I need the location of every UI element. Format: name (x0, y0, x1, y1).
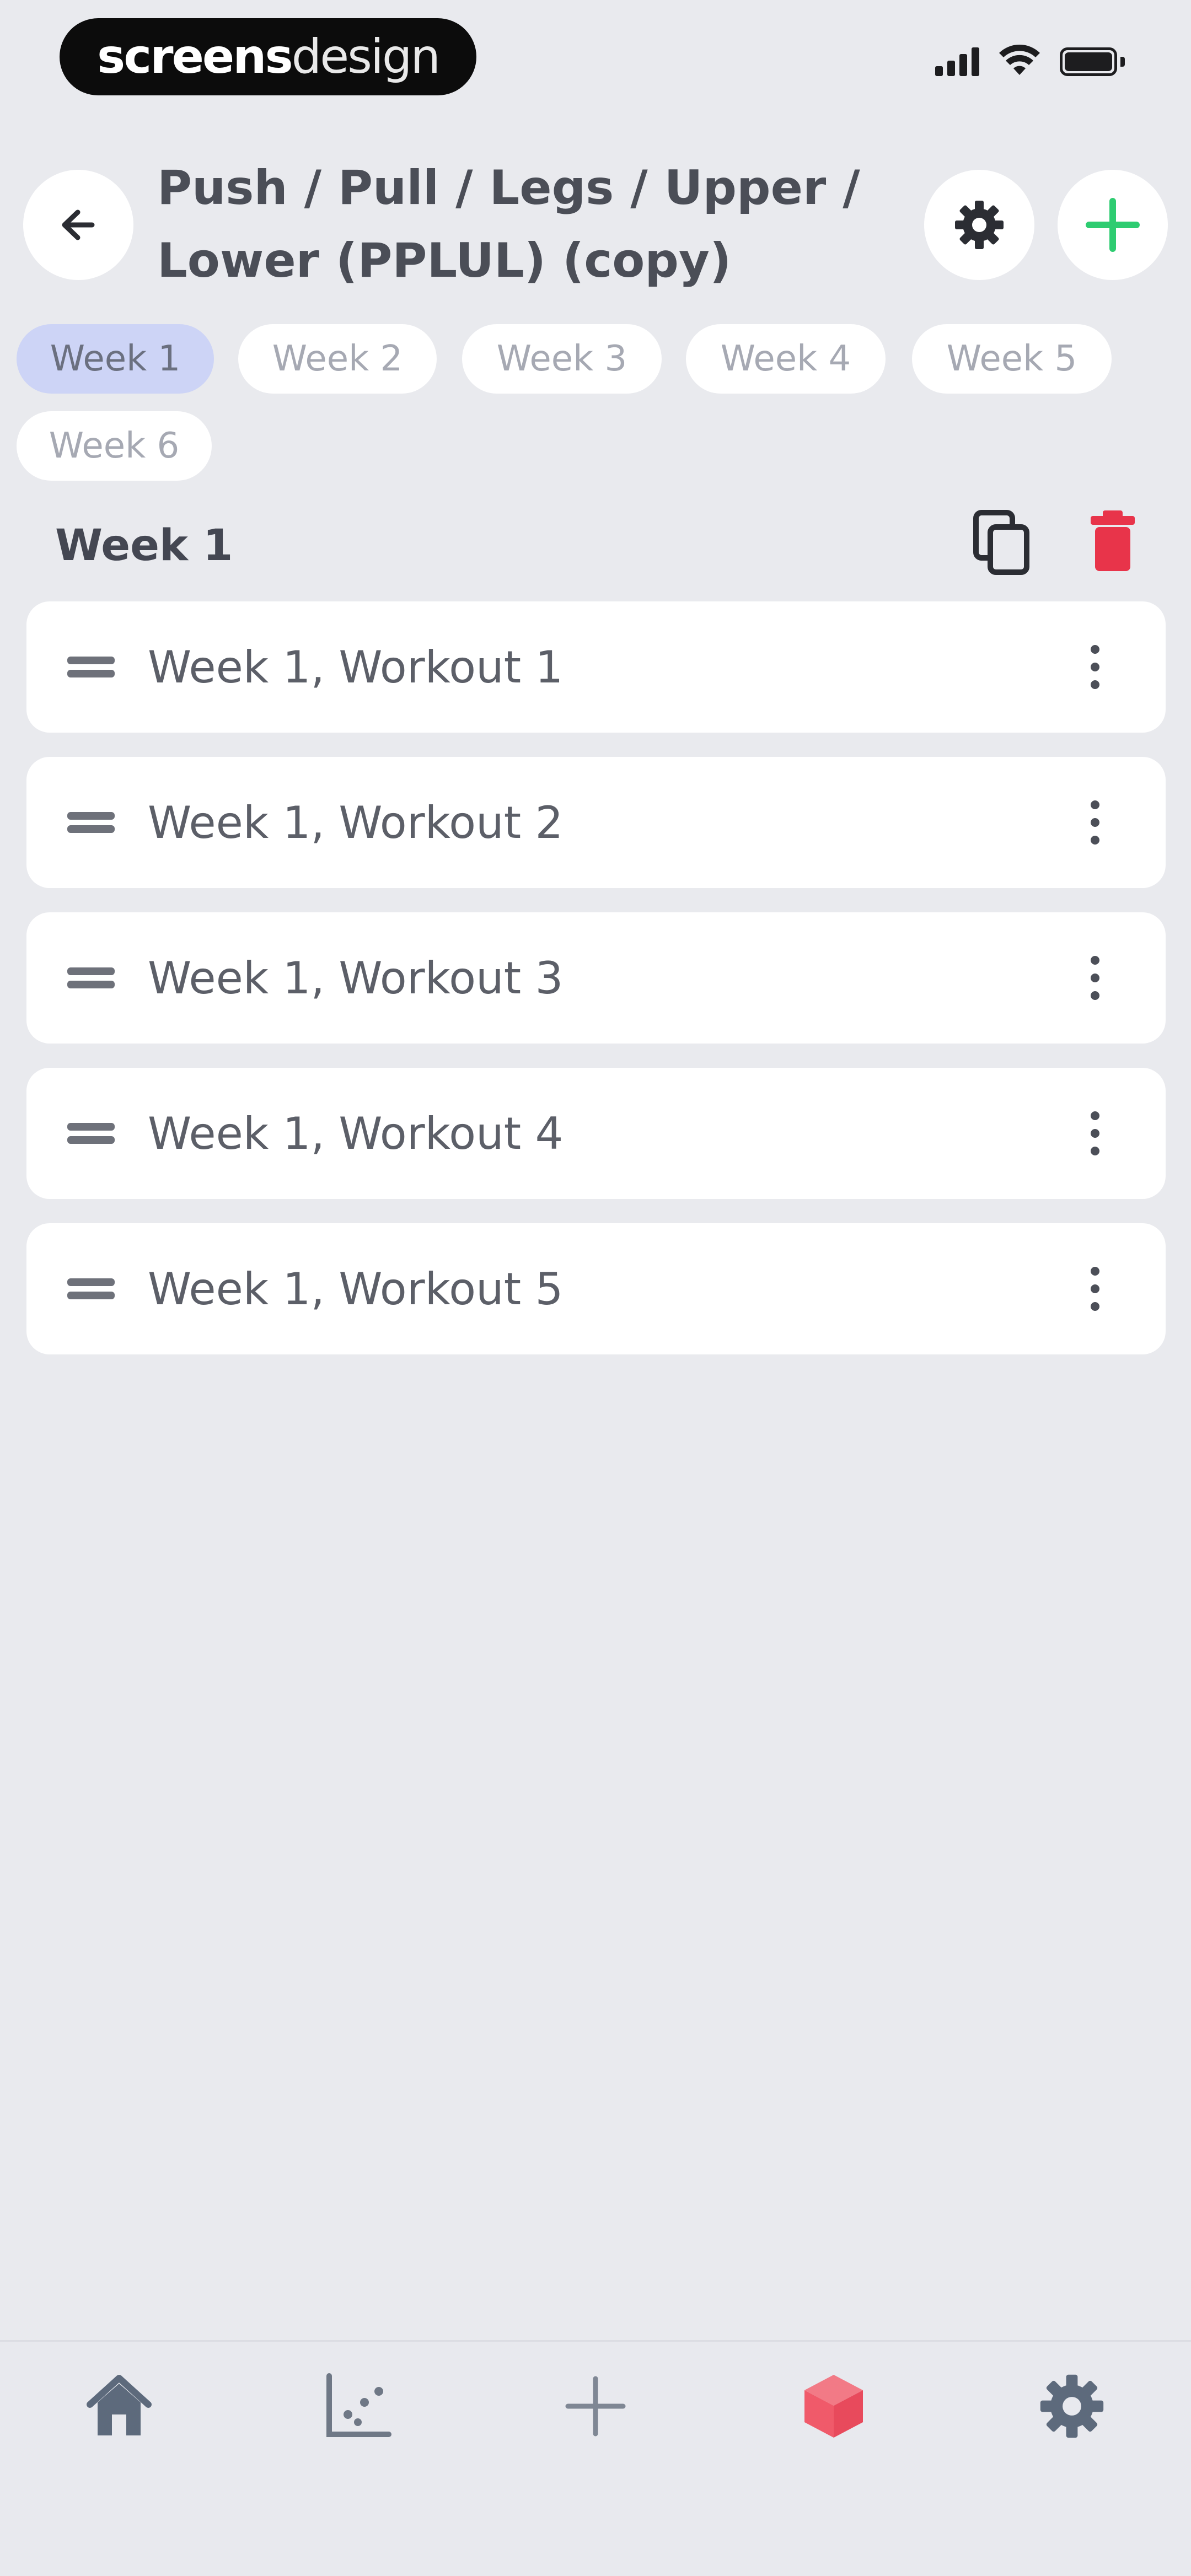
nav-home[interactable] (64, 2351, 174, 2461)
tab-label: Week 5 (946, 338, 1077, 379)
tab-label: Week 3 (496, 338, 627, 379)
drag-handle-icon[interactable] (67, 657, 115, 677)
workout-label: Week 1, Workout 4 (148, 1107, 564, 1159)
battery-icon (1060, 47, 1125, 76)
drag-handle-icon[interactable] (67, 1123, 115, 1144)
tab-week-5[interactable]: Week 5 (912, 324, 1112, 394)
tab-label: Week 2 (272, 338, 403, 379)
brand-logo: screens design (60, 18, 476, 95)
tab-label: Week 6 (49, 426, 180, 466)
workout-label: Week 1, Workout 1 (148, 641, 564, 693)
tab-week-2[interactable]: Week 2 (238, 324, 437, 394)
more-vertical-icon[interactable] (1073, 634, 1117, 700)
week-heading: Week 1 (55, 521, 233, 571)
workout-label: Week 1, Workout 5 (148, 1263, 564, 1315)
drag-handle-icon[interactable] (67, 812, 115, 833)
plus-icon (565, 2376, 626, 2437)
copy-icon[interactable] (966, 507, 1038, 579)
workout-row[interactable]: Week 1, Workout 5 (26, 1223, 1166, 1354)
tab-week-3[interactable]: Week 3 (462, 324, 662, 394)
tab-week-6[interactable]: Week 6 (17, 411, 212, 481)
nav-add[interactable] (540, 2351, 651, 2461)
back-button[interactable] (23, 170, 133, 280)
tab-label: Week 1 (50, 338, 181, 379)
chart-icon (326, 2373, 391, 2437)
more-vertical-icon[interactable] (1073, 945, 1117, 1011)
tab-week-1[interactable]: Week 1 (17, 324, 214, 394)
gear-icon (955, 201, 1004, 249)
wifi-icon (999, 44, 1040, 75)
workout-row[interactable]: Week 1, Workout 1 (26, 601, 1166, 733)
arrow-left-icon (62, 209, 95, 240)
drag-handle-icon[interactable] (67, 1278, 115, 1299)
more-vertical-icon[interactable] (1073, 1256, 1117, 1322)
brand-logo-bold: screens (97, 29, 293, 84)
gear-icon (1040, 2374, 1104, 2438)
more-vertical-icon[interactable] (1073, 1100, 1117, 1166)
add-week-button[interactable] (1058, 170, 1168, 280)
cellular-signal-icon (935, 43, 979, 76)
page-title: Push / Pull / Legs / Upper / Lower (PPLU… (157, 160, 860, 288)
tab-label: Week 4 (720, 338, 851, 379)
workout-row[interactable]: Week 1, Workout 4 (26, 1068, 1166, 1199)
nav-programs[interactable] (779, 2351, 889, 2461)
workout-label: Week 1, Workout 3 (148, 952, 564, 1004)
status-icons (935, 43, 1125, 76)
trash-icon[interactable] (1086, 508, 1139, 574)
program-settings-button[interactable] (924, 170, 1034, 280)
workout-row[interactable]: Week 1, Workout 3 (26, 912, 1166, 1044)
nav-settings[interactable] (1017, 2351, 1127, 2461)
more-vertical-icon[interactable] (1073, 789, 1117, 856)
tab-week-4[interactable]: Week 4 (686, 324, 886, 394)
nav-progress[interactable] (302, 2351, 412, 2461)
workout-row[interactable]: Week 1, Workout 2 (26, 757, 1166, 888)
cube-icon (804, 2375, 863, 2438)
plus-icon (1086, 198, 1140, 252)
workout-label: Week 1, Workout 2 (148, 797, 564, 848)
brand-logo-light: design (291, 29, 441, 84)
home-icon (87, 2375, 152, 2435)
drag-handle-icon[interactable] (67, 967, 115, 988)
